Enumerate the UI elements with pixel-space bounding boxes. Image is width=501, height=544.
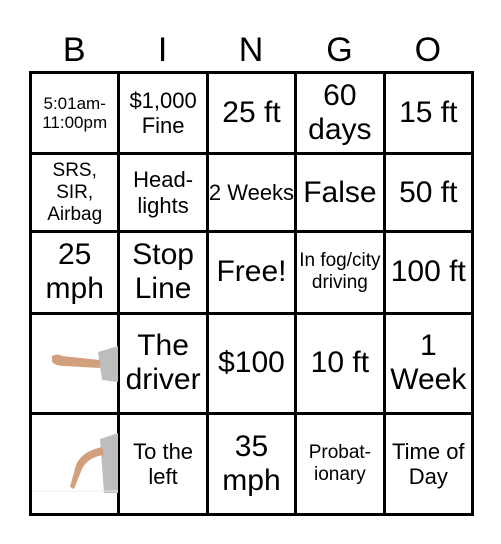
bingo-cell[interactable]: To the left xyxy=(117,412,209,516)
cell-text: In fog/city driving xyxy=(299,250,381,294)
bingo-cell[interactable]: 100 ft xyxy=(382,230,475,315)
bingo-cell[interactable]: 5:01am-11:00pm xyxy=(28,70,121,156)
bingo-cell[interactable]: 15 ft xyxy=(382,70,475,156)
bingo-cell[interactable]: Time of Day xyxy=(382,412,475,516)
bingo-cell[interactable]: 60 days xyxy=(294,70,386,156)
cell-text: 50 ft xyxy=(399,175,458,209)
bingo-cell[interactable]: 35 mph xyxy=(205,412,298,516)
cell-text: 1 Week xyxy=(390,328,467,397)
cell-text: Free! xyxy=(216,255,287,289)
bingo-cell[interactable]: In fog/city driving xyxy=(294,230,386,315)
bingo-cell[interactable]: $100 xyxy=(205,311,298,416)
header-letter: N xyxy=(238,31,264,69)
cell-text: The driver xyxy=(125,328,201,397)
cell-text: 25 mph xyxy=(45,237,104,306)
cell-text: $100 xyxy=(218,346,285,380)
header-letter: G xyxy=(326,31,353,69)
bingo-cell[interactable]: Free! xyxy=(205,230,298,315)
bingo-cell[interactable]: Probat-ionary xyxy=(294,412,386,516)
cell-text: $1,000 Fine xyxy=(129,87,197,139)
bingo-cell[interactable]: 1 Week xyxy=(382,311,475,416)
header-letter: B xyxy=(62,31,86,69)
bingo-cell[interactable]: 10 ft xyxy=(294,311,386,416)
bingo-card: 5:01am-11:00pm $1,000 Fine 25 ft 60 days 15 … xyxy=(28,70,475,516)
cell-text: Stop Line xyxy=(132,237,194,306)
bingo-cell[interactable] xyxy=(28,412,121,516)
bingo-cell[interactable]: The driver xyxy=(117,311,209,416)
header-letter: O xyxy=(414,31,442,69)
bingo-header: BINGO xyxy=(30,30,472,70)
cell-text: SRS, SIR, Airbag xyxy=(47,160,103,225)
bingo-cell[interactable]: 50 ft xyxy=(382,152,475,234)
cell-text: Time of Day xyxy=(392,438,465,490)
bingo-cell[interactable]: 25 mph xyxy=(28,230,121,315)
cell-text: Probat-ionary xyxy=(308,442,372,486)
bingo-cell[interactable]: Head-lights xyxy=(117,152,209,234)
cell-text: 5:01am-11:00pm xyxy=(42,93,108,133)
bingo-cell[interactable] xyxy=(28,311,121,416)
bingo-cell[interactable]: 25 ft xyxy=(205,70,298,156)
cell-text: 35 mph xyxy=(222,429,281,498)
bingo-cell[interactable]: Stop Line xyxy=(117,230,209,315)
arm-straight-left-signal-image xyxy=(52,346,118,383)
bingo-cell[interactable]: $1,000 Fine xyxy=(117,70,209,156)
arm-down-stop-signal-image xyxy=(32,433,118,494)
cell-text: False xyxy=(303,175,377,209)
cell-text: Head-lights xyxy=(133,167,194,218)
cell-text: 10 ft xyxy=(310,346,370,380)
cell-text: 60 days xyxy=(308,78,372,147)
cell-text: To the left xyxy=(133,438,194,490)
cell-text: 25 ft xyxy=(222,95,281,129)
header-letter: I xyxy=(157,31,168,69)
bingo-cell[interactable]: SRS, SIR, Airbag xyxy=(28,152,121,234)
cell-text: 2 Weeks xyxy=(208,180,295,206)
cell-text: 100 ft xyxy=(390,255,466,289)
bingo-cell[interactable]: False xyxy=(294,152,386,234)
bingo-cell[interactable]: 2 Weeks xyxy=(205,152,298,234)
cell-text: 15 ft xyxy=(399,95,458,129)
